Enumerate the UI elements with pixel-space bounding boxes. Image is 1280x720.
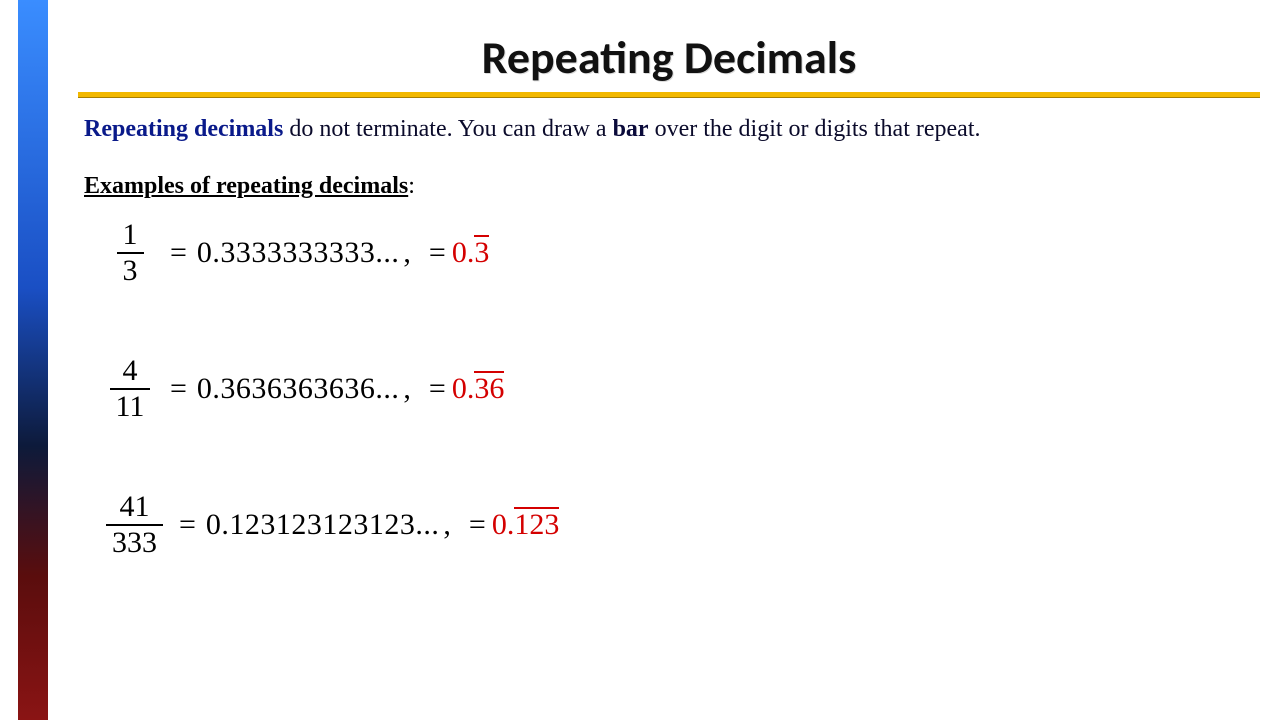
- bar-notation-digits: 36: [474, 372, 504, 405]
- decimal-expansion: 0.123123123123...: [206, 510, 440, 540]
- intro-paragraph: Repeating decimals do not terminate. You…: [84, 116, 1260, 143]
- intro-keyword-bar: bar: [613, 116, 649, 142]
- equals-sign: =: [469, 510, 486, 540]
- equals-sign: =: [170, 238, 187, 268]
- bar-notation: 0.3: [452, 238, 490, 268]
- bar-notation-prefix: 0.: [452, 374, 475, 404]
- fraction: 1 3: [106, 220, 154, 286]
- bar-notation-repeat: 123: [514, 510, 559, 540]
- comma: ,: [443, 510, 451, 540]
- example-row: 4 11 = 0.3636363636..., = 0.36: [106, 356, 1260, 422]
- examples-list: 1 3 = 0.3333333333..., = 0.3 4 11 = 0.36…: [106, 220, 1260, 558]
- intro-text-1: do not terminate. You can draw a: [283, 116, 612, 142]
- comma: ,: [403, 238, 411, 268]
- example-row: 41 333 = 0.123123123123..., = 0.123: [106, 492, 1260, 558]
- examples-subheading-text: Examples of repeating decimals: [84, 173, 408, 199]
- bar-notation-digits: 3: [474, 236, 489, 269]
- fraction-denominator: 11: [110, 388, 151, 422]
- decimal-expansion: 0.3636363636...: [197, 374, 400, 404]
- fraction: 4 11: [106, 356, 154, 422]
- fraction-numerator: 41: [114, 492, 156, 524]
- bar-notation-prefix: 0.: [492, 510, 515, 540]
- example-row: 1 3 = 0.3333333333..., = 0.3: [106, 220, 1260, 286]
- bar-notation-repeat: 36: [474, 374, 504, 404]
- fraction-denominator: 3: [117, 252, 144, 286]
- intro-text-2: over the digit or digits that repeat.: [649, 116, 981, 142]
- slide-content: Repeating Decimals Repeating decimals do…: [78, 0, 1260, 720]
- bar-notation-prefix: 0.: [452, 238, 475, 268]
- intro-keyword-repeating-decimals: Repeating decimals: [84, 116, 283, 142]
- fraction-numerator: 1: [117, 220, 144, 252]
- bar-notation-repeat: 3: [474, 238, 489, 268]
- bar-notation: 0.36: [452, 374, 505, 404]
- decimal-expansion: 0.3333333333...: [197, 238, 400, 268]
- fraction-denominator: 333: [106, 524, 163, 558]
- bar-notation: 0.123: [492, 510, 560, 540]
- bar-notation-digits: 123: [514, 508, 559, 541]
- page-title: Repeating Decimals: [78, 30, 1260, 86]
- fraction-numerator: 4: [117, 356, 144, 388]
- equals-sign: =: [429, 374, 446, 404]
- comma: ,: [403, 374, 411, 404]
- examples-subheading: Examples of repeating decimals:: [84, 173, 1260, 200]
- equals-sign: =: [429, 238, 446, 268]
- equals-sign: =: [179, 510, 196, 540]
- fraction: 41 333: [106, 492, 163, 558]
- overbar: [514, 507, 559, 509]
- title-divider: [78, 92, 1260, 98]
- overbar: [474, 371, 504, 373]
- side-accent-stripe: [18, 0, 48, 720]
- overbar: [474, 235, 489, 237]
- equals-sign: =: [170, 374, 187, 404]
